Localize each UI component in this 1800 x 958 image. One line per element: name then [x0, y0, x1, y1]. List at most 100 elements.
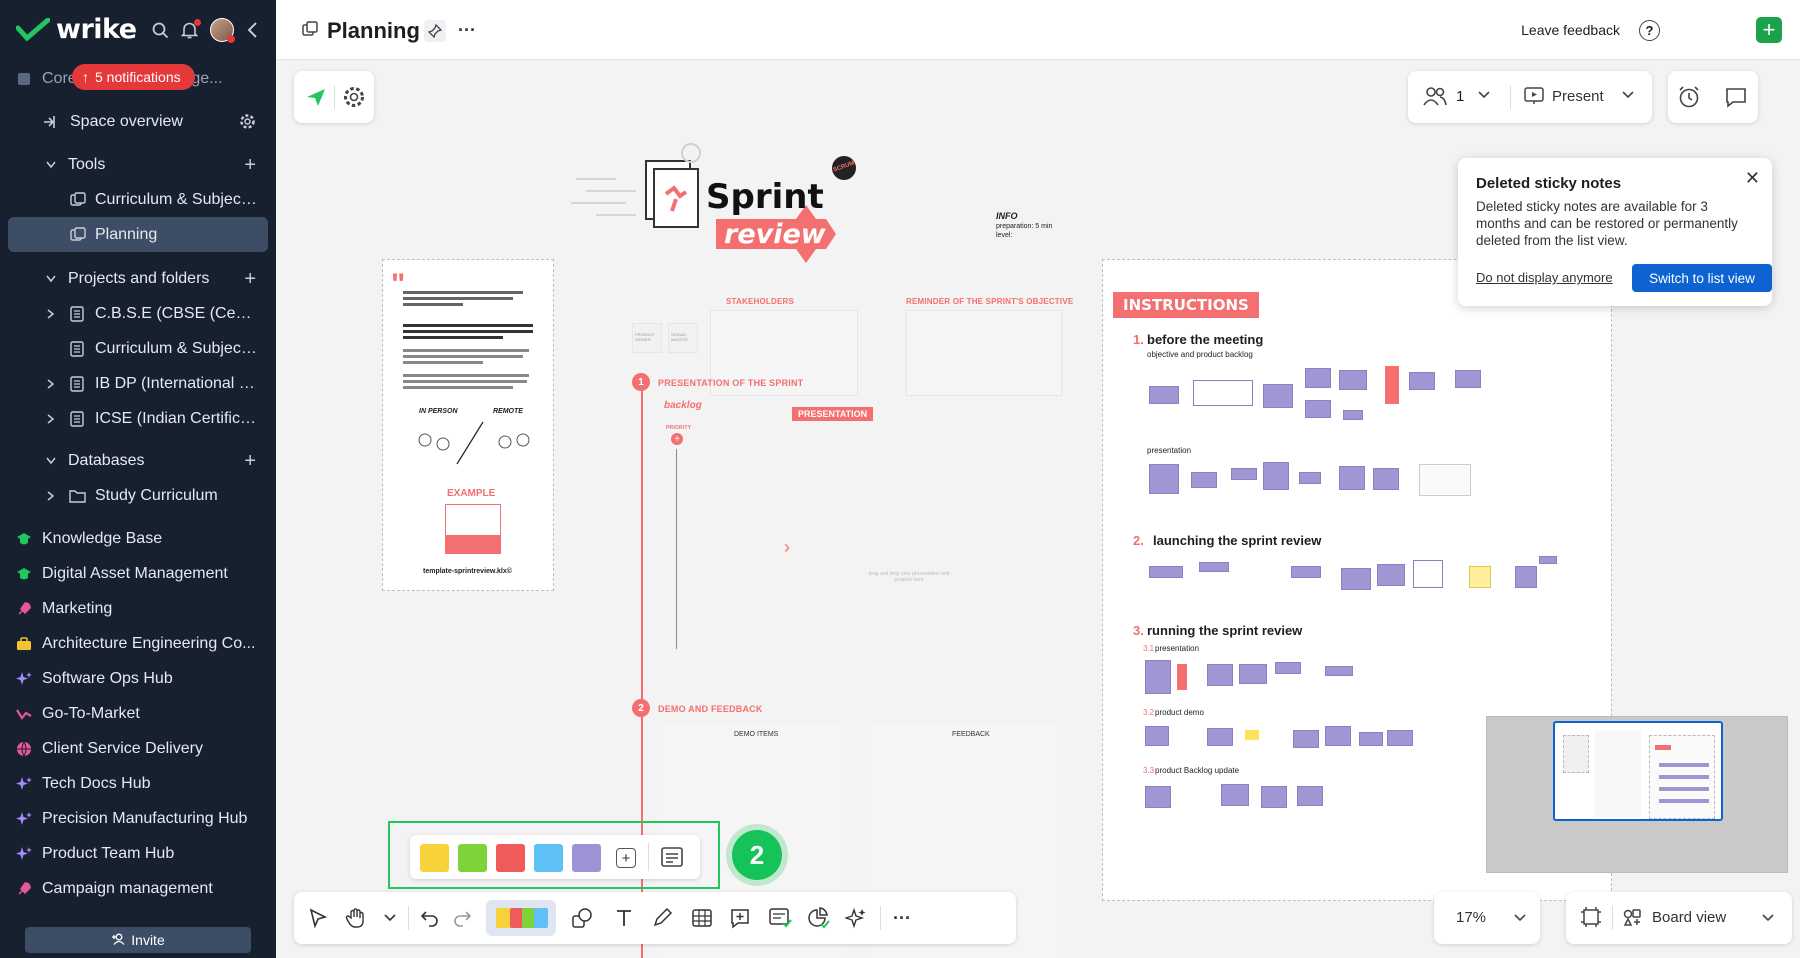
task-card-icon[interactable] [768, 906, 792, 930]
green-sticky-note[interactable] [458, 844, 487, 872]
sidebar-space-client-service[interactable]: Client Service Delivery [0, 731, 276, 766]
chevron-down-icon[interactable] [378, 906, 402, 930]
rocket-icon [16, 601, 32, 617]
leave-feedback-link[interactable]: Leave feedback [1521, 22, 1620, 38]
wrike-logo[interactable]: wrike [16, 14, 137, 45]
help-icon[interactable]: ? [1639, 20, 1660, 41]
chart-widget-icon[interactable] [806, 906, 830, 930]
objective-box[interactable] [906, 310, 1062, 396]
sidebar-section-tools[interactable]: Tools + [0, 147, 276, 182]
sidebar-item-project[interactable]: ICSE (Indian Certificat... [0, 401, 276, 436]
add-button[interactable]: + [1756, 17, 1782, 43]
product-owner-cell[interactable]: PRODUCT OWNER [632, 323, 662, 353]
close-icon[interactable]: ✕ [1745, 168, 1760, 189]
more-tools-icon[interactable]: ··· [890, 906, 914, 930]
chevron-down-icon[interactable] [1622, 91, 1634, 99]
sidebar-section-projects[interactable]: Projects and folders + [0, 261, 276, 296]
hand-pan-icon[interactable] [344, 906, 368, 930]
participant-count[interactable]: 1 [1456, 88, 1464, 105]
presentation-dropzone[interactable]: drag and drop your presentation and proj… [782, 421, 1036, 675]
step-badge: 2 [726, 824, 788, 886]
comment-add-icon[interactable] [728, 906, 752, 930]
text-icon[interactable] [612, 906, 636, 930]
frame-icon[interactable] [1580, 906, 1602, 928]
more-options-icon[interactable]: ··· [458, 20, 476, 41]
sidebar-space-campaign-management[interactable]: Campaign management [0, 871, 276, 906]
send-arrow-icon[interactable] [304, 85, 328, 109]
sidebar-space-knowledge-base[interactable]: Knowledge Base [0, 521, 276, 556]
chevron-right-icon[interactable] [47, 308, 55, 319]
intro-frame[interactable]: " IN PERSON REMOTE EXAMPLE template-spri… [382, 259, 554, 591]
pen-icon[interactable] [650, 906, 674, 930]
collapse-sidebar-icon[interactable] [246, 21, 258, 39]
sticky-list-icon[interactable] [660, 846, 684, 868]
switch-to-list-view-button[interactable]: Switch to list view [1632, 264, 1772, 292]
sidebar-space-tech-docs[interactable]: Tech Docs Hub [0, 766, 276, 801]
view-switcher[interactable]: Board view [1566, 892, 1792, 944]
notifications-pill[interactable]: ↑ 5 notifications [72, 64, 195, 90]
undo-icon[interactable] [418, 906, 442, 930]
pin-icon[interactable] [424, 20, 446, 42]
sidebar-item-tool[interactable]: Curriculum & Subject ... [0, 182, 276, 217]
sidebar-space-digital-asset-management[interactable]: Digital Asset Management [0, 556, 276, 591]
add-database-icon[interactable]: + [244, 451, 256, 471]
chevron-right-icon[interactable] [47, 490, 55, 501]
yellow-sticky-note[interactable] [420, 844, 449, 872]
chevron-down-icon[interactable] [1514, 914, 1526, 922]
select-cursor-icon[interactable] [306, 906, 330, 930]
sidebar-space-precision-manufacturing[interactable]: Precision Manufacturing Hub [0, 801, 276, 836]
sidebar-item-database[interactable]: Study Curriculum [0, 478, 276, 513]
minimap-viewport[interactable] [1553, 721, 1723, 821]
search-icon[interactable] [152, 22, 169, 39]
present-button[interactable]: Present [1552, 88, 1604, 105]
do-not-display-link[interactable]: Do not display anymore [1476, 270, 1613, 285]
settings-icon[interactable] [342, 85, 366, 109]
sidebar-item-planning[interactable]: Planning [8, 217, 268, 252]
chevron-right-icon[interactable] [47, 413, 55, 424]
space-overview-icon [42, 114, 58, 130]
zoom-control[interactable]: 17% [1434, 892, 1540, 944]
sidebar-space-architecture[interactable]: Architecture Engineering Co... [0, 626, 276, 661]
table-icon[interactable] [690, 906, 714, 930]
sidebar-space-product-team[interactable]: Product Team Hub [0, 836, 276, 871]
redo-icon[interactable] [450, 906, 474, 930]
sticky-notes-tool[interactable] [486, 900, 556, 936]
blue-sticky-note[interactable] [534, 844, 563, 872]
chevron-down-icon[interactable] [46, 275, 56, 283]
minimap[interactable] [1486, 716, 1788, 873]
users-icon[interactable] [1422, 84, 1448, 108]
sidebar: wrike Core Curriculum Sugge... ↑ 5 notif… [0, 0, 276, 958]
invite-button[interactable]: Invite [25, 927, 251, 953]
sidebar-item-space-overview[interactable]: Space overview [0, 104, 276, 139]
sidebar-item-project[interactable]: Curriculum & Subject ... [0, 331, 276, 366]
timer-icon[interactable] [1676, 85, 1702, 109]
board-view-label[interactable]: Board view [1652, 909, 1726, 926]
shapes-icon[interactable] [570, 906, 594, 930]
add-project-icon[interactable]: + [244, 269, 256, 289]
ai-sparkle-icon[interactable] [844, 906, 868, 930]
backlog-column[interactable]: PRIORITY + [658, 415, 754, 675]
gear-icon[interactable] [239, 113, 256, 130]
sidebar-space-marketing[interactable]: Marketing [0, 591, 276, 626]
chevron-down-icon[interactable] [46, 457, 56, 465]
zoom-level[interactable]: 17% [1456, 909, 1486, 926]
comments-icon[interactable] [1724, 85, 1748, 109]
chevron-down-icon[interactable] [1478, 91, 1490, 99]
chevron-right-icon[interactable] [47, 378, 55, 389]
chevron-down-icon[interactable] [1762, 914, 1774, 922]
sidebar-section-databases[interactable]: Databases + [0, 443, 276, 478]
sidebar-item-project[interactable]: C.B.S.E (CBSE (Centr... [0, 296, 276, 331]
sidebar-space-go-to-market[interactable]: Go-To-Market [0, 696, 276, 731]
chevron-down-icon[interactable] [46, 161, 56, 169]
add-tool-icon[interactable]: + [244, 155, 256, 175]
briefcase-icon [16, 636, 32, 651]
sidebar-item-project[interactable]: IB DP (International B... [0, 366, 276, 401]
red-sticky-note[interactable] [496, 844, 525, 872]
present-icon[interactable] [1524, 86, 1544, 106]
bell-icon[interactable] [181, 19, 201, 39]
purple-sticky-note[interactable] [572, 844, 601, 872]
sidebar-space-software-ops[interactable]: Software Ops Hub [0, 661, 276, 696]
avatar[interactable] [210, 18, 235, 43]
scrum-master-cell[interactable]: SCRUM MASTER [668, 323, 698, 353]
add-color-icon[interactable]: + [616, 848, 636, 868]
